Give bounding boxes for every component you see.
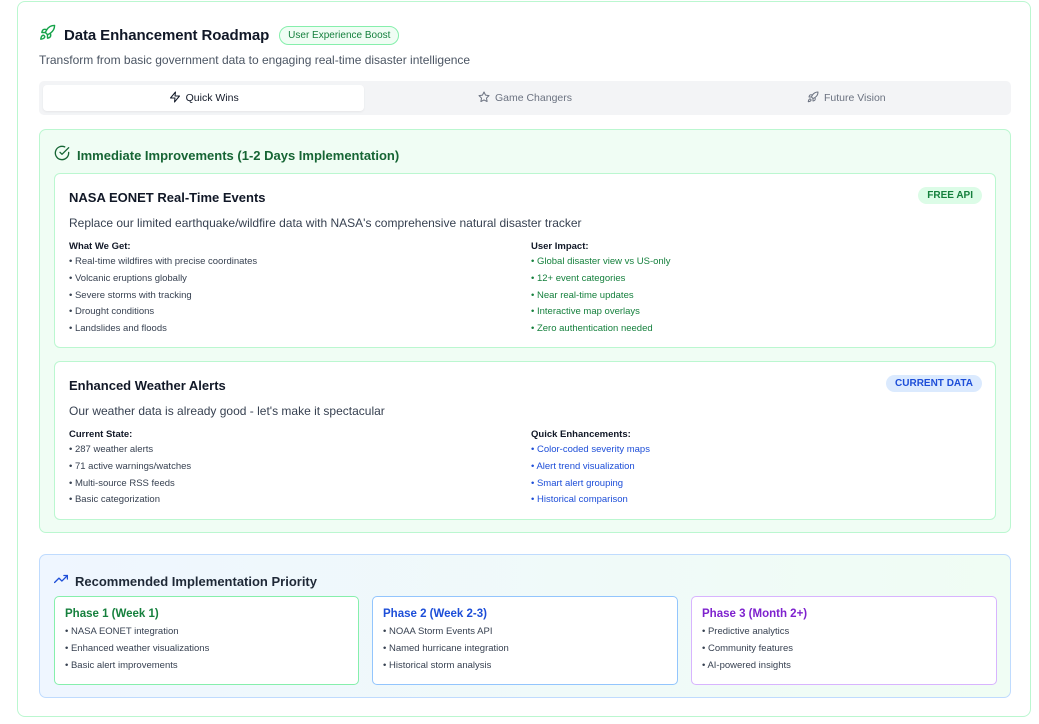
list-item: Zero authentication needed: [531, 321, 671, 338]
phase-title: Phase 3 (Month 2+): [702, 608, 808, 620]
list-item: Community features: [702, 640, 986, 657]
column-heading: Current State:: [69, 429, 133, 440]
tab-label: Game Changers: [494, 92, 573, 104]
list-item: Enhanced weather visualizations: [65, 640, 348, 657]
list-item: Alert trend visualization: [531, 459, 650, 476]
star-icon: [478, 91, 490, 106]
implementation-priority-panel: Recommended Implementation Priority Phas…: [39, 554, 1011, 698]
list-item: Basic categorization: [69, 492, 191, 509]
list-item: Predictive analytics: [702, 623, 986, 640]
current-state-column: Current State: 287 weather alerts 71 act…: [69, 429, 191, 509]
current-data-badge: CURRENT DATA: [886, 375, 982, 392]
card-description: Replace our limited earthquake/wildfire …: [69, 216, 582, 230]
list-item: Volcanic eruptions globally: [69, 271, 257, 288]
column-heading: What We Get:: [69, 241, 131, 252]
tab-label: Future Vision: [823, 92, 886, 104]
phase-3-card: Phase 3 (Month 2+) Predictive analytics …: [691, 596, 997, 685]
section-header: Immediate Improvements (1-2 Days Impleme…: [54, 145, 399, 166]
eonet-card: NASA EONET Real-Time Events FREE API Rep…: [54, 173, 996, 348]
section-title: Immediate Improvements (1-2 Days Impleme…: [77, 148, 400, 163]
list-item: Historical storm analysis: [383, 657, 667, 674]
column-heading: Quick Enhancements:: [531, 429, 631, 440]
tab-future-vision[interactable]: Future Vision: [686, 85, 1007, 111]
page-title: Data Enhancement Roadmap: [64, 26, 270, 44]
list-item: Multi-source RSS feeds: [69, 476, 191, 493]
tab-game-changers[interactable]: Game Changers: [364, 85, 685, 111]
list-item: Real-time wildfires with precise coordin…: [69, 254, 257, 271]
list-item: Drought conditions: [69, 304, 257, 321]
header: Data Enhancement Roadmap User Experience…: [39, 24, 400, 46]
card-description: Our weather data is already good - let's…: [69, 404, 385, 418]
rocket-icon: [807, 90, 819, 106]
free-api-badge: FREE API: [918, 187, 982, 204]
list-item: NASA EONET integration: [65, 623, 348, 640]
list-item: Historical comparison: [531, 492, 650, 509]
tab-bar: Quick Wins Game Changers Future Vision: [39, 81, 1011, 115]
trending-up-icon: [53, 572, 69, 591]
list-item: Landslides and floods: [69, 321, 257, 338]
list-item: 287 weather alerts: [69, 442, 191, 459]
quick-enhancements-column: Quick Enhancements: Color-coded severity…: [531, 429, 650, 509]
tab-quick-wins[interactable]: Quick Wins: [43, 85, 365, 111]
rocket-icon: [39, 24, 56, 46]
check-circle-icon: [54, 145, 70, 166]
phase-1-card: Phase 1 (Week 1) NASA EONET integration …: [54, 596, 359, 685]
list-item: Basic alert improvements: [65, 657, 348, 674]
phase-title: Phase 2 (Week 2-3): [383, 608, 487, 620]
list-item: Severe storms with tracking: [69, 288, 257, 305]
page-subtitle: Transform from basic government data to …: [39, 53, 471, 67]
card-title: Enhanced Weather Alerts: [69, 378, 226, 393]
column-heading: User Impact:: [531, 241, 589, 252]
list-item: Near real-time updates: [531, 288, 671, 305]
tab-label: Quick Wins: [185, 92, 239, 104]
user-impact-column: User Impact: Global disaster view vs US-…: [531, 241, 671, 338]
weather-alerts-card: Enhanced Weather Alerts CURRENT DATA Our…: [54, 361, 996, 520]
priority-title: Recommended Implementation Priority: [75, 574, 317, 589]
ux-boost-badge: User Experience Boost: [279, 25, 400, 45]
immediate-improvements-panel: Immediate Improvements (1-2 Days Impleme…: [39, 129, 1011, 533]
list-item: 12+ event categories: [531, 271, 671, 288]
phase-title: Phase 1 (Week 1): [65, 608, 159, 620]
list-item: Interactive map overlays: [531, 304, 671, 321]
list-item: Color-coded severity maps: [531, 442, 650, 459]
list-item: Named hurricane integration: [383, 640, 667, 657]
what-we-get-column: What We Get: Real-time wildfires with pr…: [69, 241, 257, 338]
list-item: Global disaster view vs US-only: [531, 254, 671, 271]
phase-2-card: Phase 2 (Week 2-3) NOAA Storm Events API…: [372, 596, 678, 685]
list-item: NOAA Storm Events API: [383, 623, 667, 640]
list-item: 71 active warnings/watches: [69, 459, 191, 476]
priority-header: Recommended Implementation Priority: [53, 572, 317, 591]
roadmap-card: Data Enhancement Roadmap User Experience…: [17, 1, 1031, 717]
lightning-icon: [169, 91, 181, 106]
list-item: AI-powered insights: [702, 657, 986, 674]
list-item: Smart alert grouping: [531, 476, 650, 493]
card-title: NASA EONET Real-Time Events: [69, 190, 266, 205]
